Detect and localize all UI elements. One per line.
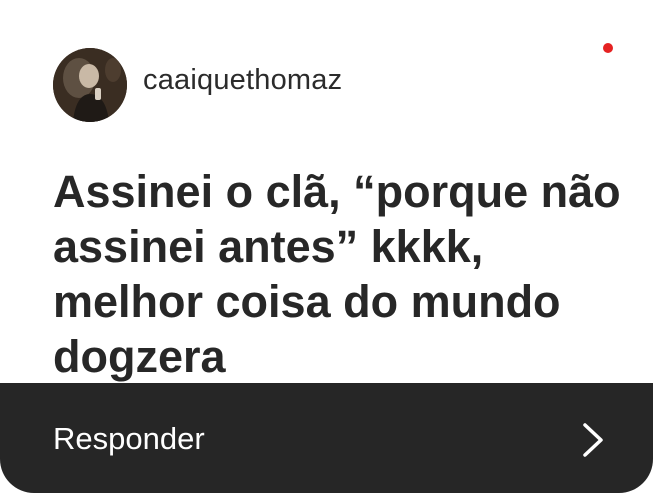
reply-button-label: Responder — [53, 421, 205, 456]
username[interactable]: caaiquethomaz — [143, 64, 342, 97]
unread-indicator — [603, 43, 613, 53]
reply-button[interactable]: Responder — [0, 383, 653, 493]
message-card: caaiquethomaz Assinei o clã, “porque não… — [0, 0, 653, 493]
avatar[interactable] — [53, 48, 127, 122]
avatar-photo-icon — [53, 48, 127, 122]
message-text: Assinei o clã, “porque não assinei antes… — [53, 166, 621, 382]
chevron-right-icon — [583, 423, 603, 457]
